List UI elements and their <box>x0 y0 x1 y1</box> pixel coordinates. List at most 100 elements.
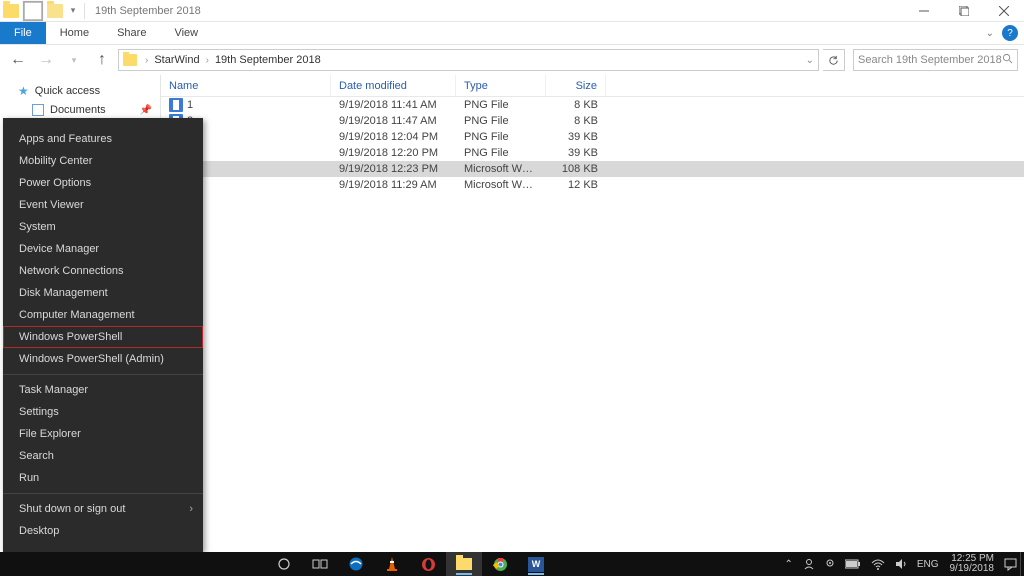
winx-item-computer-management[interactable]: Computer Management <box>3 304 203 326</box>
sidebar-item-label: Quick access <box>35 85 100 97</box>
properties-icon[interactable] <box>22 1 44 21</box>
back-button[interactable]: ← <box>6 48 30 72</box>
column-header-date[interactable]: Date modified <box>331 75 456 96</box>
minimize-button[interactable] <box>904 0 944 22</box>
cell-size: 39 KB <box>546 147 606 159</box>
cell-date: 9/19/2018 11:29 AM <box>331 179 456 191</box>
taskbar: W ⌃ ENG 12:25 PM 9/19/2018 <box>0 552 1024 576</box>
table-row[interactable]: 9/19/2018 11:29 AM Microsoft Word D... 1… <box>161 177 1024 193</box>
edge-icon[interactable] <box>338 552 374 576</box>
winx-item-task-manager[interactable]: Task Manager <box>3 379 203 401</box>
chevron-down-icon[interactable]: ⌄ <box>806 55 814 66</box>
table-row[interactable]: 9/19/2018 12:04 PM PNG File 39 KB <box>161 129 1024 145</box>
table-row[interactable]: 1 9/19/2018 11:41 AM PNG File 8 KB <box>161 97 1024 113</box>
chevron-right-icon[interactable]: › <box>141 55 152 66</box>
winx-item-search[interactable]: Search <box>3 445 203 467</box>
maximize-button[interactable] <box>944 0 984 22</box>
winx-item-power-options[interactable]: Power Options <box>3 172 203 194</box>
cell-type: PNG File <box>456 99 546 111</box>
file-tab[interactable]: File <box>0 22 46 44</box>
language-indicator[interactable]: ENG <box>912 552 944 576</box>
show-desktop-button[interactable] <box>1020 552 1024 576</box>
sidebar-item-documents[interactable]: Documents 📌 <box>0 101 160 119</box>
cell-size: 8 KB <box>546 115 606 127</box>
table-row[interactable]: 2 9/19/2018 11:47 AM PNG File 8 KB <box>161 113 1024 129</box>
winx-item-apps-and-features[interactable]: Apps and Features <box>3 128 203 150</box>
ribbon-collapse-icon[interactable]: ⌄ <box>978 28 1002 39</box>
new-folder-icon[interactable] <box>44 1 66 21</box>
folder-icon[interactable] <box>0 1 22 21</box>
cell-type: PNG File <box>456 147 546 159</box>
winx-item-system[interactable]: System <box>3 216 203 238</box>
cell-size: 39 KB <box>546 131 606 143</box>
cell-date: 9/19/2018 12:20 PM <box>331 147 456 159</box>
cell-type: Microsoft Word D... <box>456 179 546 191</box>
word-icon[interactable]: W <box>518 552 554 576</box>
winx-item-settings[interactable]: Settings <box>3 401 203 423</box>
winx-item-run[interactable]: Run <box>3 467 203 489</box>
people-icon[interactable] <box>798 552 820 576</box>
tab-share[interactable]: Share <box>103 22 160 44</box>
search-input[interactable]: Search 19th September 2018 <box>853 49 1018 71</box>
cell-date: 9/19/2018 11:47 AM <box>331 115 456 127</box>
png-file-icon <box>169 98 183 112</box>
cortana-icon[interactable] <box>266 552 302 576</box>
star-icon: ★ <box>18 84 29 98</box>
cell-type: PNG File <box>456 131 546 143</box>
cell-type: PNG File <box>456 115 546 127</box>
battery-icon[interactable] <box>840 552 866 576</box>
vlc-icon[interactable] <box>374 552 410 576</box>
file-explorer-icon[interactable] <box>446 552 482 576</box>
recent-locations-icon[interactable]: ▾ <box>62 48 86 72</box>
quick-access-toolbar: ▾ <box>0 0 89 21</box>
table-row[interactable]: 9/19/2018 12:23 PM Microsoft Word D... 1… <box>161 161 1024 177</box>
winx-item-file-explorer[interactable]: File Explorer <box>3 423 203 445</box>
network-icon[interactable] <box>866 552 890 576</box>
close-button[interactable] <box>984 0 1024 22</box>
address-bar[interactable]: › StarWind › 19th September 2018 ⌄ <box>118 49 819 71</box>
clock[interactable]: 12:25 PM 9/19/2018 <box>944 554 1001 574</box>
action-center-icon[interactable] <box>1000 552 1020 576</box>
cell-date: 9/19/2018 12:23 PM <box>331 163 456 175</box>
tab-view[interactable]: View <box>160 22 212 44</box>
refresh-button[interactable] <box>823 49 845 71</box>
search-icon[interactable] <box>1002 53 1013 67</box>
task-view-icon[interactable] <box>302 552 338 576</box>
chevron-right-icon[interactable]: › <box>202 55 213 66</box>
tab-home[interactable]: Home <box>46 22 103 44</box>
opera-icon[interactable] <box>410 552 446 576</box>
winx-item-windows-powershell-admin-[interactable]: Windows PowerShell (Admin) <box>3 348 203 370</box>
column-headers: Name Date modified Type Size <box>161 75 1024 97</box>
winx-menu: Apps and FeaturesMobility CenterPower Op… <box>3 118 203 552</box>
documents-icon <box>32 104 44 116</box>
address-bar-row: ← → ▾ ↑ › StarWind › 19th September 2018… <box>0 45 1024 75</box>
cell-name: 1 <box>161 98 331 112</box>
forward-button[interactable]: → <box>34 48 58 72</box>
sidebar-item-quick-access[interactable]: ★ Quick access <box>0 81 160 101</box>
pin-icon: 📌 <box>140 105 152 116</box>
help-icon[interactable]: ? <box>1002 25 1018 41</box>
cell-size: 108 KB <box>546 163 606 175</box>
up-button[interactable]: ↑ <box>90 48 114 72</box>
breadcrumb-segment[interactable]: 19th September 2018 <box>215 54 321 66</box>
volume-icon[interactable] <box>890 552 912 576</box>
winx-item-network-connections[interactable]: Network Connections <box>3 260 203 282</box>
winx-item-disk-management[interactable]: Disk Management <box>3 282 203 304</box>
winx-item-shut-down-or-sign-out[interactable]: Shut down or sign out› <box>3 498 203 520</box>
tray-overflow-icon[interactable]: ⌃ <box>779 552 797 576</box>
winx-item-windows-powershell[interactable]: Windows PowerShell <box>3 326 203 348</box>
location-icon[interactable] <box>820 552 840 576</box>
winx-item-device-manager[interactable]: Device Manager <box>3 238 203 260</box>
sidebar-item-label: Documents <box>50 104 106 116</box>
chrome-icon[interactable] <box>482 552 518 576</box>
column-header-type[interactable]: Type <box>456 75 546 96</box>
winx-item-desktop[interactable]: Desktop <box>3 520 203 542</box>
qat-dropdown-icon[interactable]: ▾ <box>66 1 80 21</box>
column-header-size[interactable]: Size <box>546 75 606 96</box>
winx-item-mobility-center[interactable]: Mobility Center <box>3 150 203 172</box>
breadcrumb-segment[interactable]: StarWind <box>154 54 199 66</box>
column-header-name[interactable]: Name <box>161 75 331 96</box>
winx-item-event-viewer[interactable]: Event Viewer <box>3 194 203 216</box>
search-placeholder: Search 19th September 2018 <box>858 54 1002 66</box>
table-row[interactable]: 9/19/2018 12:20 PM PNG File 39 KB <box>161 145 1024 161</box>
